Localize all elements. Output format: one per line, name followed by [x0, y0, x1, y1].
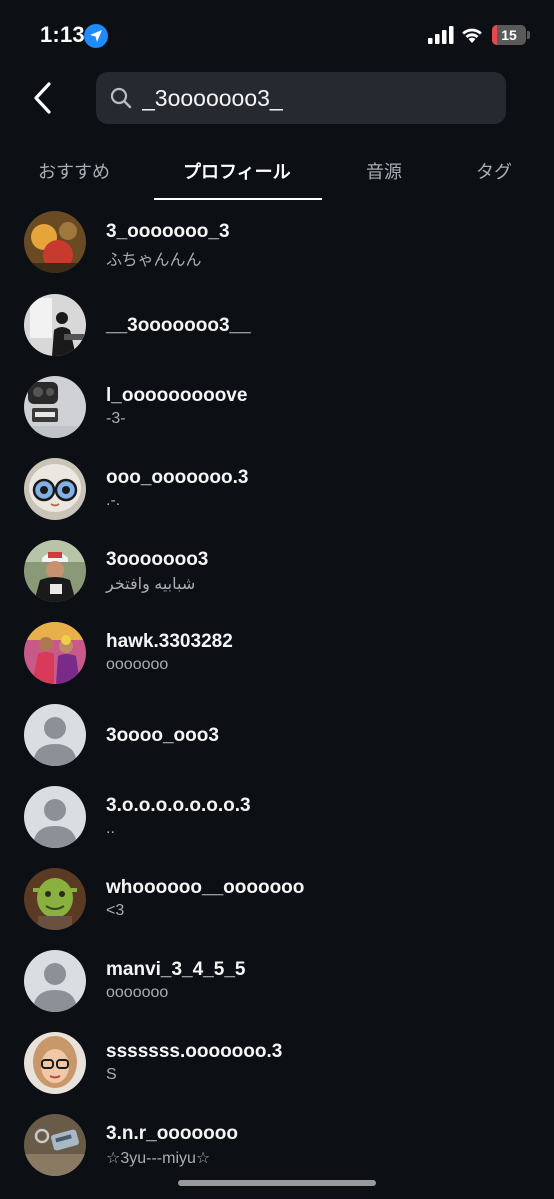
result-username: manvi_3_4_5_5 [106, 959, 246, 980]
cellular-signal-icon [428, 26, 454, 49]
avatar[interactable] [24, 1032, 86, 1094]
list-item[interactable]: whoooooo__ooooooo <3 [0, 859, 554, 941]
home-indicator[interactable] [178, 1180, 376, 1186]
result-subtitle: .-. [106, 492, 121, 509]
default-avatar-icon[interactable] [24, 786, 86, 848]
result-username: 3.n.r_ooooooo [106, 1123, 238, 1144]
tab-tags[interactable]: タグ [476, 158, 512, 202]
avatar[interactable] [24, 1114, 86, 1176]
avatar[interactable] [24, 294, 86, 356]
screen: 1:13 15 _3ooooooo3_ おすすめ プロフィール 音源 タグ 3_… [0, 0, 554, 1199]
result-subtitle: شبابيه وافتخر [106, 576, 196, 593]
result-subtitle: -3- [106, 410, 126, 427]
location-arrow-icon [84, 24, 108, 48]
result-subtitle: ooooooo [106, 656, 169, 673]
wifi-icon [460, 24, 484, 49]
avatar[interactable] [24, 376, 86, 438]
battery-level: 15 [501, 27, 517, 43]
search-field[interactable] [96, 72, 506, 124]
result-username: 3ooooooo3 [106, 549, 209, 570]
avatar[interactable] [24, 458, 86, 520]
back-button[interactable] [24, 78, 62, 118]
active-tab-indicator [154, 198, 322, 200]
battery-indicator: 15 [492, 25, 526, 45]
result-username: sssssss.ooooooo.3 [106, 1041, 283, 1062]
avatar[interactable] [24, 868, 86, 930]
chevron-left-icon [34, 82, 51, 114]
list-item[interactable]: sssssss.ooooooo.3 S [0, 1023, 554, 1105]
result-subtitle: ☆3yu---miyu☆ [106, 1150, 211, 1167]
search-tabs: おすすめ プロフィール 音源 タグ [0, 150, 554, 202]
list-item[interactable]: 3.n.r_ooooooo ☆3yu---miyu☆ [0, 1105, 554, 1187]
default-avatar-icon[interactable] [24, 704, 86, 766]
list-item[interactable]: ooo_ooooooo.3 .-. [0, 449, 554, 531]
avatar[interactable] [24, 211, 86, 273]
result-username: whoooooo__ooooooo [106, 877, 305, 898]
tab-audio[interactable]: 音源 [366, 158, 402, 202]
result-username: hawk.3303282 [106, 631, 233, 652]
result-username: 3.o.o.o.o.o.o.o.3 [106, 795, 251, 816]
avatar[interactable] [24, 540, 86, 602]
result-subtitle: .. [106, 820, 115, 837]
result-subtitle: ooooooo [106, 984, 169, 1001]
result-username: __3ooooooo3__ [106, 315, 251, 336]
status-bar: 1:13 15 [0, 0, 554, 70]
list-item[interactable]: l_ooooooooove -3- [0, 367, 554, 449]
result-subtitle: <3 [106, 902, 125, 919]
search-input[interactable] [142, 72, 492, 124]
result-username: 3_ooooooo_3 [106, 221, 230, 242]
battery-cap [527, 31, 530, 39]
list-item[interactable]: 3ooooooo3 شبابيه وافتخر [0, 531, 554, 613]
result-subtitle: S [106, 1066, 117, 1083]
result-username: ooo_ooooooo.3 [106, 467, 249, 488]
list-item[interactable]: 3oooo_ooo3 [0, 695, 554, 777]
result-subtitle: ふちゃんんん [106, 252, 202, 269]
list-item[interactable]: hawk.3303282 ooooooo [0, 613, 554, 695]
tab-profiles[interactable]: プロフィール [183, 158, 291, 202]
search-icon [110, 87, 132, 114]
avatar[interactable] [24, 622, 86, 684]
tab-recommended[interactable]: おすすめ [38, 158, 110, 202]
result-username: 3oooo_ooo3 [106, 725, 219, 746]
default-avatar-icon[interactable] [24, 950, 86, 1012]
status-time: 1:13 [40, 22, 85, 47]
list-item[interactable]: manvi_3_4_5_5 ooooooo [0, 941, 554, 1023]
list-item[interactable]: 3_ooooooo_3 ふちゃんんん [0, 203, 554, 285]
list-item[interactable]: __3ooooooo3__ [0, 285, 554, 367]
result-username: l_ooooooooove [106, 385, 248, 406]
list-item[interactable]: 3.o.o.o.o.o.o.o.3 .. [0, 777, 554, 859]
